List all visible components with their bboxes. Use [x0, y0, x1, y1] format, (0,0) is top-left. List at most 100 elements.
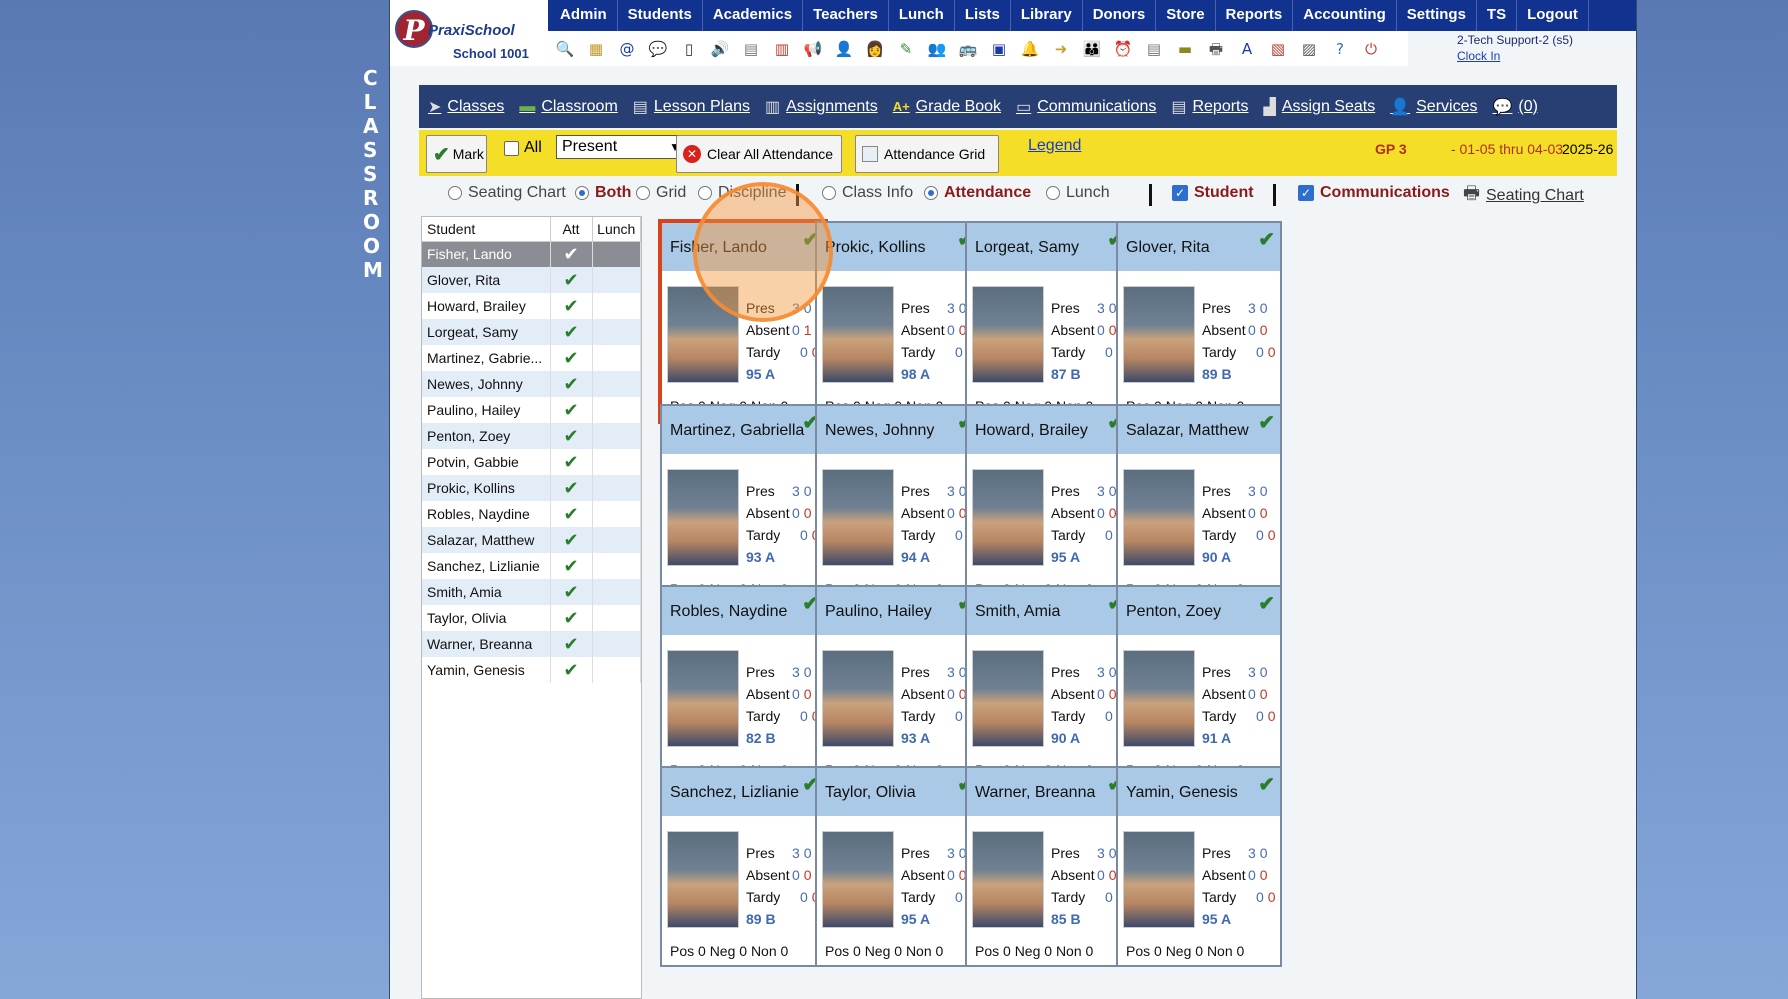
clock-in-link[interactable]: Clock In — [1457, 48, 1573, 64]
lunch-cell[interactable] — [592, 657, 641, 683]
present-check-icon[interactable]: ✔ — [1258, 772, 1275, 797]
calculator-icon[interactable]: ▤ — [738, 37, 764, 61]
card-icon[interactable]: ▬ — [1172, 37, 1198, 61]
email-icon[interactable]: @ — [614, 37, 640, 61]
menu-lists[interactable]: Lists — [955, 0, 1011, 31]
student-seat-card[interactable]: Lorgeat, Samy✔Pres3 0Absent0 0Tardy0 087… — [965, 221, 1131, 422]
nav-assign-seats-link[interactable]: ▟ Assign Seats — [1264, 97, 1376, 117]
menu-lunch[interactable]: Lunch — [889, 0, 955, 31]
group-icon[interactable]: 👥 — [924, 37, 950, 61]
menu-logout[interactable]: Logout — [1517, 0, 1589, 31]
card-header[interactable]: Warner, Breanna✔ — [967, 768, 1129, 816]
lunch-cell[interactable] — [592, 501, 641, 527]
ap-icon[interactable]: A — [1234, 37, 1260, 61]
table-row[interactable]: Warner, Breanna ✔ — [422, 631, 641, 657]
student-seat-card[interactable]: Glover, Rita ✔ Pres 3 0 Absent 0 0 Tardy 0 0 89 … — [1116, 221, 1282, 422]
lunch-cell[interactable] — [592, 397, 641, 423]
table-row[interactable]: Salazar, Matthew ✔ — [422, 527, 641, 553]
student-name-cell[interactable]: Lorgeat, Samy — [422, 319, 551, 345]
table-row[interactable]: Yamin, Genesis ✔ — [422, 657, 641, 683]
radio-class-info[interactable]: Class Info — [822, 184, 913, 202]
nav-services-link[interactable]: 👤 Services — [1390, 97, 1477, 117]
table-row[interactable]: Penton, Zoey ✔ — [422, 423, 641, 449]
attendance-check-icon[interactable]: ✔ — [550, 241, 593, 267]
present-check-icon[interactable]: ✔ — [1258, 227, 1275, 252]
menu-ts[interactable]: TS — [1477, 0, 1518, 31]
chat-icon[interactable]: 💬 — [645, 37, 671, 61]
communications-checkbox[interactable]: ✓ Communications — [1298, 184, 1450, 202]
mark-button[interactable]: ✔ Mark — [426, 135, 487, 173]
student-seat-card[interactable]: Yamin, Genesis ✔ Pres 3 0 Absent 0 0 Tardy 0 09… — [1116, 766, 1282, 967]
lunch-cell[interactable] — [592, 527, 641, 553]
calendar-icon[interactable]: ▦ — [583, 37, 609, 61]
nav-assignments-link[interactable]: ▥ Assignments — [765, 97, 878, 117]
table-row[interactable]: Lorgeat, Samy ✔ — [422, 319, 641, 345]
student-name-cell[interactable]: Newes, Johnny — [422, 371, 551, 397]
radio-seating-chart[interactable]: Seating Chart — [448, 184, 566, 202]
card-header[interactable]: Newes, Johnny✔ — [817, 406, 979, 454]
student-checkbox[interactable]: ✓ Student — [1172, 184, 1254, 202]
table-row[interactable]: Fisher, Lando ✔ — [422, 241, 641, 267]
attendance-check-icon[interactable]: ✔ — [550, 371, 593, 397]
student-name-cell[interactable]: Martinez, Gabrie... — [422, 345, 551, 371]
card-header[interactable]: Taylor, Olivia✔ — [817, 768, 979, 816]
menu-donors[interactable]: Donors — [1083, 0, 1157, 31]
student-seat-card[interactable]: Prokic, Kollins✔Pres3 0Absent0 0Tardy0 0… — [815, 221, 981, 422]
attendance-check-icon[interactable]: ✔ — [550, 293, 593, 319]
card-header[interactable]: Lorgeat, Samy✔ — [967, 223, 1129, 271]
lunch-cell[interactable] — [592, 605, 641, 631]
radio-lunch[interactable]: Lunch — [1046, 184, 1110, 202]
attendance-check-icon[interactable]: ✔ — [550, 553, 593, 579]
printer-icon[interactable]: 🖶 — [1203, 37, 1229, 61]
legend-link[interactable]: Legend — [1028, 137, 1081, 155]
column-header-lunch[interactable]: Lunch — [592, 217, 641, 242]
student-name-cell[interactable]: Howard, Brailey — [422, 293, 551, 319]
card-header[interactable]: Salazar, Matthew ✔ — [1118, 406, 1280, 454]
nav-0-link[interactable]: 💬 (0) — [1492, 97, 1537, 117]
attendance-check-icon[interactable]: ✔ — [550, 657, 593, 683]
column-header-student[interactable]: Student — [422, 217, 551, 242]
clear-all-attendance-button[interactable]: ✕ Clear All Attendance — [676, 135, 842, 173]
student-name-cell[interactable]: Fisher, Lando — [422, 241, 551, 267]
table-row[interactable]: Robles, Naydine ✔ — [422, 501, 641, 527]
user-icon[interactable]: 👤 — [831, 37, 857, 61]
date-icon[interactable]: ▥ — [769, 37, 795, 61]
radio-grid[interactable]: Grid — [636, 184, 686, 202]
card-header[interactable]: Prokic, Kollins✔ — [817, 223, 979, 271]
table-row[interactable]: Paulino, Hailey ✔ — [422, 397, 641, 423]
card-header[interactable]: Smith, Amia✔ — [967, 587, 1129, 635]
attendance-check-icon[interactable]: ✔ — [550, 397, 593, 423]
student-name-cell[interactable]: Potvin, Gabbie — [422, 449, 551, 475]
attendance-check-icon[interactable]: ✔ — [550, 527, 593, 553]
attendance-check-icon[interactable]: ✔ — [550, 319, 593, 345]
menu-store[interactable]: Store — [1156, 0, 1216, 31]
table-row[interactable]: Martinez, Gabrie... ✔ — [422, 345, 641, 371]
lunch-cell[interactable] — [592, 579, 641, 605]
card-header[interactable]: Howard, Brailey✔ — [967, 406, 1129, 454]
nav-reports-link[interactable]: ▤ Reports — [1171, 97, 1248, 117]
student-seat-card[interactable]: Smith, Amia✔Pres3 0Absent0 0Tardy0 090 A… — [965, 585, 1131, 786]
family-icon[interactable]: 👪 — [1079, 37, 1105, 61]
lunch-cell[interactable] — [592, 423, 641, 449]
student-name-cell[interactable]: Glover, Rita — [422, 267, 551, 293]
student-seat-card[interactable]: Sanchez, Lizlianie ✔ Pres 3 0 Absent 0 0 Tardy… — [660, 766, 826, 967]
table-row[interactable]: Potvin, Gabbie ✔ — [422, 449, 641, 475]
card-header[interactable]: Yamin, Genesis ✔ — [1118, 768, 1280, 816]
alarm-icon[interactable]: ⏰ — [1110, 37, 1136, 61]
nav-lesson-plans-link[interactable]: ▤ Lesson Plans — [633, 97, 750, 117]
menu-students[interactable]: Students — [618, 0, 703, 31]
student-name-cell[interactable]: Yamin, Genesis — [422, 657, 551, 683]
attendance-check-icon[interactable]: ✔ — [550, 631, 593, 657]
student-name-cell[interactable]: Smith, Amia — [422, 579, 551, 605]
power-icon[interactable]: ⏻ — [1358, 37, 1384, 61]
bell-icon[interactable]: 🔔 — [1017, 37, 1043, 61]
table-row[interactable]: Sanchez, Lizlianie ✔ — [422, 553, 641, 579]
book-icon[interactable]: ▣ — [986, 37, 1012, 61]
card-header[interactable]: Robles, Naydine ✔ — [662, 587, 824, 635]
student-seat-card[interactable]: Martinez, Gabriella ✔ Pres 3 0 Absent 0 0 Tard… — [660, 404, 826, 605]
radio-attendance[interactable]: Attendance — [924, 184, 1031, 202]
lunch-cell[interactable] — [592, 293, 641, 319]
column-header-att[interactable]: Att — [550, 217, 593, 242]
student-seat-card[interactable]: Howard, Brailey✔Pres3 0Absent0 0Tardy0 0… — [965, 404, 1131, 605]
card-header[interactable]: Sanchez, Lizlianie ✔ — [662, 768, 824, 816]
